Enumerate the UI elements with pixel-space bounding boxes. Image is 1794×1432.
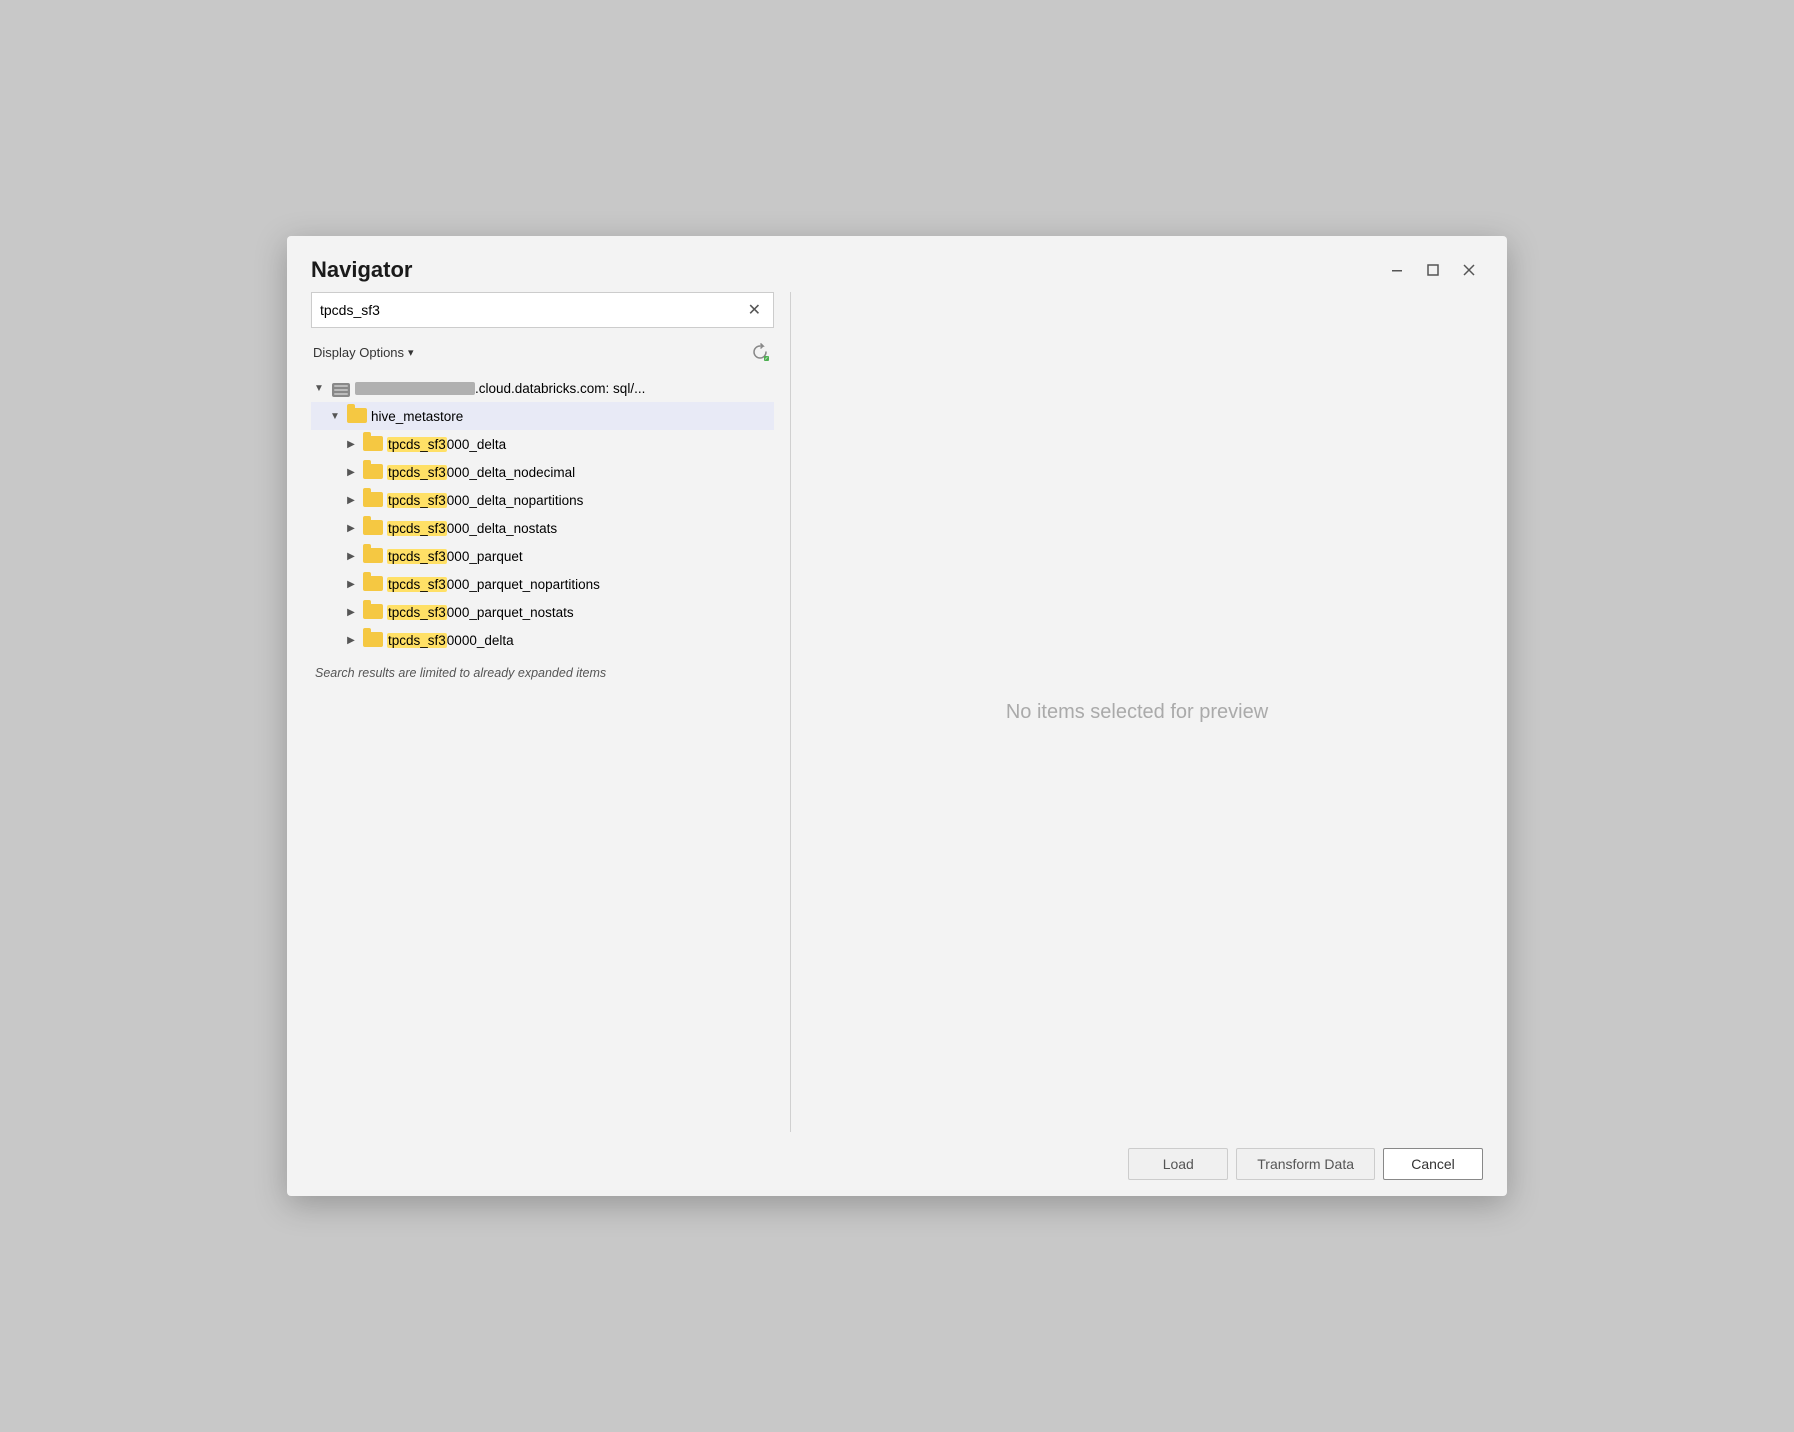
root-label-suffix: .cloud.databricks.com: sql/...	[475, 381, 645, 396]
item-label: tpcds_sf3000_parquet_nopartitions	[387, 577, 770, 592]
item-folder-icon	[363, 576, 383, 592]
tree-container: ▼ .cloud.databricks.com: sql/...	[311, 374, 774, 1132]
title-bar-buttons	[1383, 256, 1483, 284]
search-clear-button[interactable]: ✕	[744, 300, 765, 320]
list-item[interactable]: ▶ tpcds_sf3000_delta_nostats	[311, 514, 774, 542]
root-item-label: .cloud.databricks.com: sql/...	[355, 381, 770, 396]
tree-root-item[interactable]: ▼ .cloud.databricks.com: sql/...	[311, 374, 774, 402]
list-item[interactable]: ▶ tpcds_sf3000_delta_nodecimal	[311, 458, 774, 486]
highlight-text: tpcds_sf3	[387, 493, 447, 508]
list-item[interactable]: ▶ tpcds_sf3000_delta	[311, 430, 774, 458]
item-label: tpcds_sf3000_delta	[387, 437, 770, 452]
dialog-footer: Load Transform Data Cancel	[287, 1132, 1507, 1196]
item-toggle-icon[interactable]: ▶	[343, 436, 359, 452]
item-label: tpcds_sf3000_parquet	[387, 549, 770, 564]
item-folder-icon	[363, 492, 383, 508]
dialog-title: Navigator	[311, 257, 412, 283]
item-label: tpcds_sf3000_delta_nostats	[387, 521, 770, 536]
dialog-body: ✕ Display Options ▾ ✓	[287, 292, 1507, 1132]
search-bar: ✕	[311, 292, 774, 328]
list-item[interactable]: ▶ tpcds_sf3000_delta_nopartitions	[311, 486, 774, 514]
list-item[interactable]: ▶ tpcds_sf3000_parquet_nopartitions	[311, 570, 774, 598]
display-options-label: Display Options	[313, 345, 404, 360]
item-folder-icon	[363, 464, 383, 480]
hive-folder-icon	[347, 408, 367, 424]
item-toggle-icon[interactable]: ▶	[343, 520, 359, 536]
display-options-button[interactable]: Display Options ▾	[313, 345, 414, 360]
highlight-text: tpcds_sf3	[387, 465, 447, 480]
list-item[interactable]: ▶ tpcds_sf30000_delta	[311, 626, 774, 654]
search-input[interactable]	[320, 302, 744, 318]
item-toggle-icon[interactable]: ▶	[343, 576, 359, 592]
cancel-button[interactable]: Cancel	[1383, 1148, 1483, 1180]
highlight-text: tpcds_sf3	[387, 605, 447, 620]
item-folder-icon	[363, 548, 383, 564]
maximize-button[interactable]	[1419, 256, 1447, 284]
item-folder-icon	[363, 632, 383, 648]
item-label: tpcds_sf3000_delta_nodecimal	[387, 465, 770, 480]
left-panel: ✕ Display Options ▾ ✓	[311, 292, 791, 1132]
highlight-text: tpcds_sf3	[387, 437, 447, 452]
hive-metastore-label: hive_metastore	[371, 409, 770, 424]
item-folder-icon	[363, 520, 383, 536]
load-button[interactable]: Load	[1128, 1148, 1228, 1180]
hive-toggle-icon[interactable]: ▼	[327, 408, 343, 424]
title-bar: Navigator	[287, 236, 1507, 292]
minimize-button[interactable]	[1383, 256, 1411, 284]
tree-hive-metastore-item[interactable]: ▼ hive_metastore	[311, 402, 774, 430]
no-preview-message: No items selected for preview	[1006, 701, 1268, 724]
highlight-text: tpcds_sf3	[387, 633, 447, 648]
item-folder-icon	[363, 436, 383, 452]
item-label: tpcds_sf3000_delta_nopartitions	[387, 493, 770, 508]
item-toggle-icon[interactable]: ▶	[343, 464, 359, 480]
svg-text:✓: ✓	[764, 356, 768, 361]
item-toggle-icon[interactable]: ▶	[343, 632, 359, 648]
highlight-text: tpcds_sf3	[387, 549, 447, 564]
transform-data-button[interactable]: Transform Data	[1236, 1148, 1375, 1180]
item-label: tpcds_sf30000_delta	[387, 633, 770, 648]
display-options-bar: Display Options ▾ ✓	[311, 338, 774, 366]
refresh-button[interactable]: ✓	[746, 338, 774, 366]
root-toggle-icon[interactable]: ▼	[311, 380, 327, 396]
root-server-icon	[331, 380, 351, 396]
highlight-text: tpcds_sf3	[387, 521, 447, 536]
list-item[interactable]: ▶ tpcds_sf3000_parquet_nostats	[311, 598, 774, 626]
navigator-dialog: Navigator ✕ Display Options	[287, 236, 1507, 1196]
item-folder-icon	[363, 604, 383, 620]
right-panel: No items selected for preview	[791, 292, 1483, 1132]
display-options-chevron-icon: ▾	[408, 346, 414, 359]
item-toggle-icon[interactable]: ▶	[343, 604, 359, 620]
list-item[interactable]: ▶ tpcds_sf3000_parquet	[311, 542, 774, 570]
highlight-text: tpcds_sf3	[387, 577, 447, 592]
item-toggle-icon[interactable]: ▶	[343, 492, 359, 508]
item-toggle-icon[interactable]: ▶	[343, 548, 359, 564]
close-button[interactable]	[1455, 256, 1483, 284]
item-label: tpcds_sf3000_parquet_nostats	[387, 605, 770, 620]
redacted-host	[355, 382, 475, 395]
search-note: Search results are limited to already ex…	[311, 654, 774, 688]
